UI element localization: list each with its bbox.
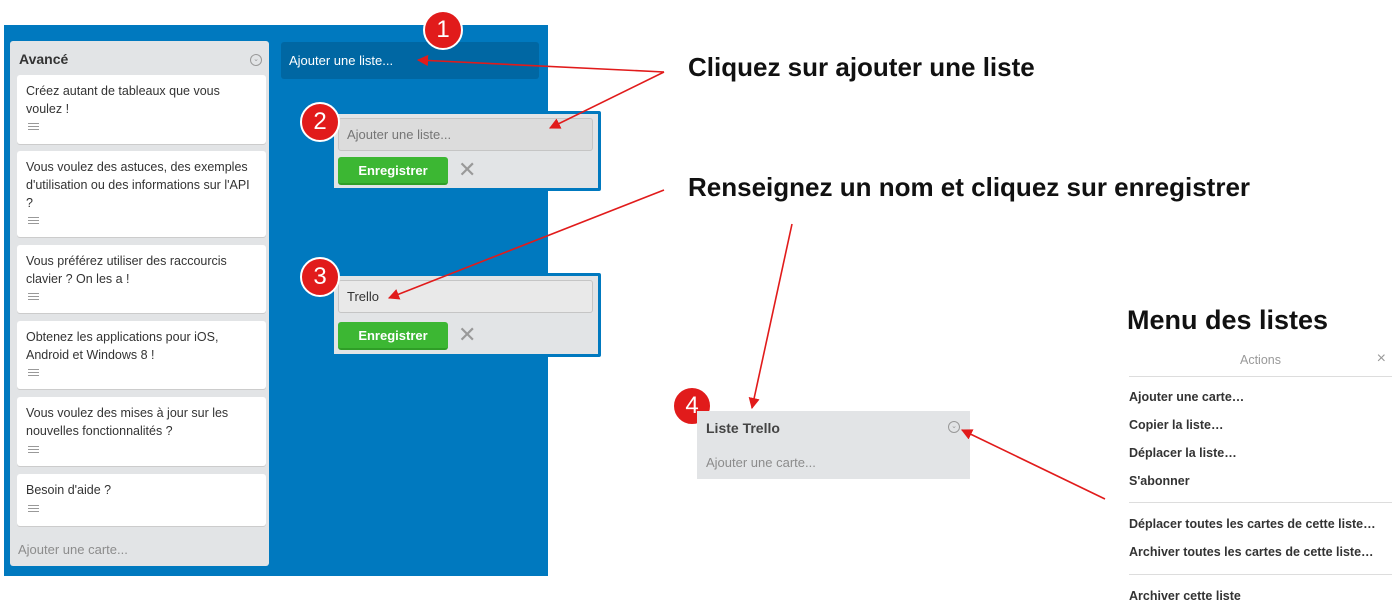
arrow-to-add-list [416, 54, 665, 73]
arrow-to-result-list [748, 223, 793, 410]
arrow-to-list-menu [960, 429, 1106, 500]
arrow-to-trello-input [387, 189, 665, 300]
annotation-arrows [387, 54, 1106, 500]
arrow-to-input [548, 71, 665, 129]
